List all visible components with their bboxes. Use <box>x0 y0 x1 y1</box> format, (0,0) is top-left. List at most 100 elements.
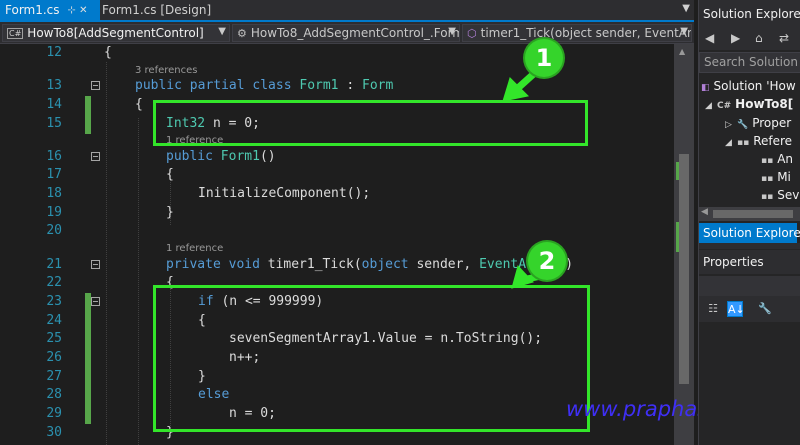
forward-icon[interactable]: ▶ <box>731 31 740 45</box>
line-number: 12 <box>46 45 62 60</box>
code-text: private void timer1_Tick(object sender, … <box>166 257 573 272</box>
tree-item-label: An <box>777 152 794 166</box>
tab-solution-explorer[interactable]: Solution Explorer <box>699 223 800 243</box>
properties-object-selector[interactable] <box>699 276 800 296</box>
document-tab-strip: Form1.cs ⊹ ✕ Form1.cs [Design] ▼ <box>0 0 694 22</box>
scrollbar-thumb[interactable] <box>713 210 793 218</box>
code-line: 18 InitializeComponent(); <box>0 185 674 203</box>
line-number: 16 <box>46 149 62 164</box>
change-marker <box>85 368 91 387</box>
change-marker <box>85 405 91 424</box>
csharp-project-icon: C# <box>717 101 732 111</box>
properties-grid[interactable] <box>699 322 800 445</box>
change-marker <box>85 115 91 134</box>
code-line: 12 { <box>0 44 674 62</box>
highlight-box-1 <box>153 100 588 146</box>
code-text: { <box>104 45 112 60</box>
line-number: 18 <box>46 186 62 201</box>
collapse-toggle[interactable] <box>91 260 100 269</box>
tree-item-project[interactable]: ◢ C# HowTo8[ <box>705 95 793 113</box>
expanded-icon[interactable]: ◢ <box>725 134 737 152</box>
categorized-icon[interactable]: ☷ <box>705 301 721 317</box>
code-text: { <box>135 97 143 112</box>
tree-item-label: Refere <box>753 134 793 148</box>
alphabetical-sort-icon[interactable]: A↓ <box>727 301 745 317</box>
collapse-toggle[interactable] <box>91 297 100 306</box>
tab-form1-design[interactable]: Form1.cs [Design] <box>100 0 240 20</box>
solution-explorer-panel: Solution Explorer ◀ ▶ ⌂ ⇄ Search Solutio… <box>698 0 800 445</box>
line-number: 24 <box>46 313 62 328</box>
change-map-marker <box>676 222 679 252</box>
solution-explorer-toolbar: ◀ ▶ ⌂ ⇄ <box>699 26 800 50</box>
chevron-down-icon: ▼ <box>218 26 226 37</box>
tab-label: Form1.cs [Design] <box>102 3 212 17</box>
properties-toolbar: ☷ A↓ 🔧 <box>699 296 800 322</box>
tab-form1-cs[interactable]: Form1.cs ⊹ ✕ <box>0 0 100 20</box>
code-line: 20 <box>0 222 674 240</box>
code-line: 17 { <box>0 166 674 184</box>
back-icon[interactable]: ◀ <box>705 31 714 45</box>
solution-explorer-horizontal-scrollbar[interactable]: ◀ <box>699 207 800 221</box>
tree-item-reference[interactable]: ▪▪ Mi <box>761 168 791 186</box>
tree-item-properties[interactable]: ▷ 🔧 Proper <box>725 114 791 132</box>
tab-overflow-dropdown-icon[interactable]: ▼ <box>682 3 690 14</box>
line-number: 27 <box>46 369 62 384</box>
change-marker <box>85 349 91 368</box>
panel-divider <box>699 243 800 249</box>
code-text: } <box>166 205 174 220</box>
editor-vertical-scrollbar[interactable]: ▲ <box>674 44 694 445</box>
line-number: 30 <box>46 425 62 440</box>
change-marker <box>85 330 91 349</box>
scroll-up-icon[interactable]: ▲ <box>679 47 685 56</box>
line-number: 23 <box>46 294 62 309</box>
scrollbar-thumb[interactable] <box>679 154 689 384</box>
solution-search-input[interactable]: Search Solution Ex <box>699 52 800 73</box>
home-icon[interactable]: ⌂ <box>755 31 763 45</box>
collapse-toggle[interactable] <box>91 152 100 161</box>
line-number: 17 <box>46 167 62 182</box>
scroll-left-icon[interactable]: ◀ <box>701 207 708 217</box>
line-number: 26 <box>46 350 62 365</box>
project-dropdown-value: HowTo8[AddSegmentControl] <box>27 26 204 40</box>
navigation-bar: C# HowTo8[AddSegmentControl] ▼ ⚙ HowTo8_… <box>0 22 694 44</box>
tab-label: Form1.cs <box>5 3 60 17</box>
code-line: 21 private void timer1_Tick(object sende… <box>0 256 674 274</box>
line-number: 28 <box>46 387 62 402</box>
tree-item-reference[interactable]: ▪▪ Sev <box>761 186 799 204</box>
line-number: 13 <box>46 78 62 93</box>
sync-icon[interactable]: ⇄ <box>779 31 789 45</box>
codelens-references[interactable]: 1 reference <box>166 243 223 254</box>
code-text: { <box>166 167 174 182</box>
tree-item-label: HowTo8[ <box>735 97 794 111</box>
collapse-toggle[interactable] <box>91 81 100 90</box>
class-dropdown[interactable]: ⚙ HowTo8_AddSegmentControl_.Form ▼ <box>232 24 460 42</box>
highlight-box-2 <box>153 285 590 432</box>
callout-badge-2: 2 <box>528 242 566 280</box>
project-dropdown[interactable]: C# HowTo8[AddSegmentControl] ▼ <box>2 24 230 42</box>
tree-item-label: Solution 'How <box>713 79 796 93</box>
change-map-marker <box>676 162 679 180</box>
line-number: 21 <box>46 257 62 272</box>
code-line: 13 public partial class Form1 : Form <box>0 77 674 95</box>
property-pages-icon[interactable]: 🔧 <box>757 301 773 317</box>
codelens-references[interactable]: 3 references <box>135 65 198 76</box>
tree-item-reference[interactable]: ▪▪ An <box>761 150 793 168</box>
line-number: 22 <box>46 275 62 290</box>
chevron-down-icon: ▼ <box>680 26 688 37</box>
line-number: 19 <box>46 205 62 220</box>
tree-item-solution[interactable]: ◧ Solution 'How <box>701 77 796 95</box>
class-icon: ⚙ <box>237 26 247 40</box>
line-number: 14 <box>46 97 62 112</box>
tree-item-references[interactable]: ◢ ▪▪ Refere <box>725 132 792 150</box>
callout-badge-1: 1 <box>525 39 563 77</box>
properties-panel-title: Properties <box>699 250 800 274</box>
pin-close-icons[interactable]: ⊹ ✕ <box>68 5 88 16</box>
code-line: 16 public Form1() <box>0 148 674 166</box>
code-text: public partial class Form1 : Form <box>135 78 394 93</box>
member-dropdown[interactable]: ⬡ timer1_Tick(object sender, EventArg ▼ <box>462 24 692 42</box>
panel-title: Solution Explorer <box>699 0 800 26</box>
member-dropdown-value: timer1_Tick(object sender, EventArg <box>480 26 692 40</box>
tree-item-label: Sev <box>777 188 800 202</box>
expanded-icon[interactable]: ◢ <box>705 97 717 115</box>
csharp-project-icon: C# <box>7 27 24 39</box>
